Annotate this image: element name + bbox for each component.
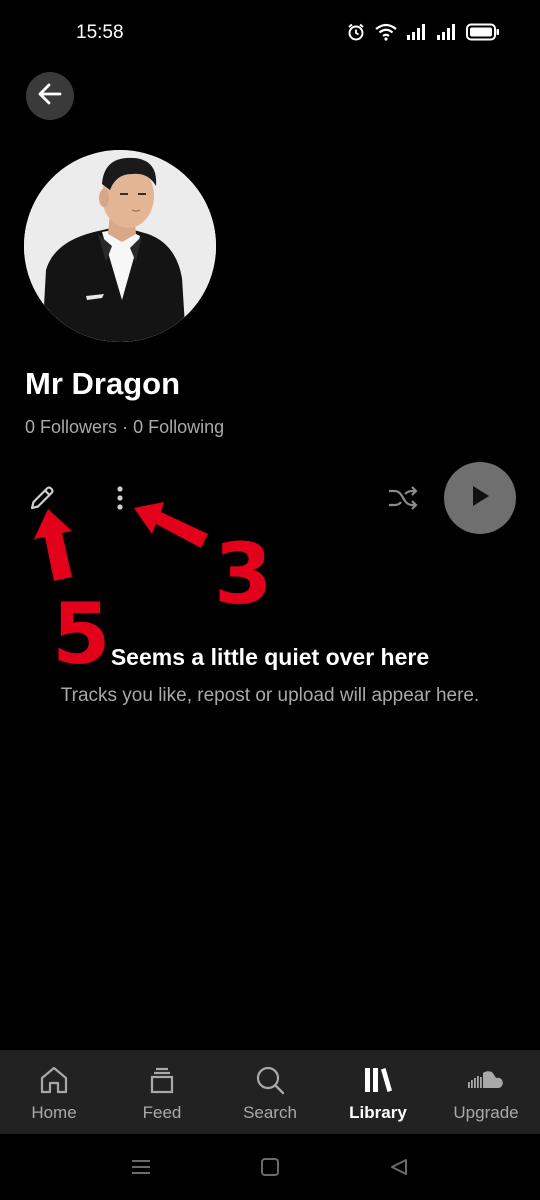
play-icon — [467, 482, 493, 515]
annotation-arrow-edit — [34, 509, 72, 581]
avatar-photo — [24, 150, 216, 342]
signal-icon — [406, 23, 428, 41]
play-button[interactable] — [444, 462, 516, 534]
nav-item-search[interactable]: Search — [216, 1050, 324, 1134]
status-icons — [346, 22, 500, 42]
status-bar: 15:58 — [0, 0, 540, 68]
back-triangle-icon[interactable] — [379, 1154, 419, 1180]
annotation-number-3: 3 — [214, 525, 273, 623]
soundcloud-icon — [467, 1064, 505, 1096]
battery-icon — [466, 23, 500, 41]
menu-icon[interactable] — [121, 1154, 161, 1180]
annotation-arrow-more — [134, 502, 208, 548]
system-nav-bar — [0, 1134, 540, 1200]
following-count[interactable]: 0 Following — [133, 417, 224, 437]
arrow-left-icon — [36, 80, 64, 113]
profile-name: Mr Dragon — [25, 366, 180, 401]
feed-icon — [146, 1064, 178, 1096]
signal-icon — [436, 23, 458, 41]
follow-stats: 0 Followers · 0 Following — [25, 417, 224, 438]
nav-label-search: Search — [243, 1103, 297, 1122]
avatar[interactable] — [24, 150, 216, 342]
library-icon — [362, 1064, 394, 1096]
home-square-icon[interactable] — [250, 1154, 290, 1180]
shuffle-icon — [387, 485, 419, 516]
nav-item-library[interactable]: Library — [324, 1050, 432, 1134]
wifi-icon — [374, 22, 398, 42]
nav-label-home: Home — [31, 1103, 77, 1122]
back-button[interactable] — [26, 72, 74, 120]
nav-label-feed: Feed — [142, 1103, 182, 1122]
status-time: 15:58 — [76, 22, 124, 43]
more-vertical-icon — [115, 484, 125, 517]
nav-item-upgrade[interactable]: Upgrade — [432, 1050, 540, 1134]
bottom-nav: Home Feed Search Library Upgrade — [0, 1050, 540, 1134]
nav-item-home[interactable]: Home — [0, 1050, 108, 1134]
nav-label-upgrade: Upgrade — [453, 1103, 519, 1122]
empty-state-title: Seems a little quiet over here — [110, 644, 430, 670]
search-icon — [254, 1064, 286, 1096]
nav-label-library: Library — [349, 1103, 407, 1122]
empty-state-subtitle: Tracks you like, repost or upload will a… — [60, 685, 480, 706]
home-icon — [38, 1064, 70, 1096]
followers-count[interactable]: 0 Followers — [25, 417, 117, 437]
shuffle-button[interactable] — [382, 480, 424, 520]
nav-item-feed[interactable]: Feed — [108, 1050, 216, 1134]
stats-separator: · — [122, 417, 129, 437]
alarm-icon — [346, 22, 366, 42]
profile-screen: 15:58 Mr Dragon 0 Followers · 0 Followin… — [0, 0, 540, 1200]
